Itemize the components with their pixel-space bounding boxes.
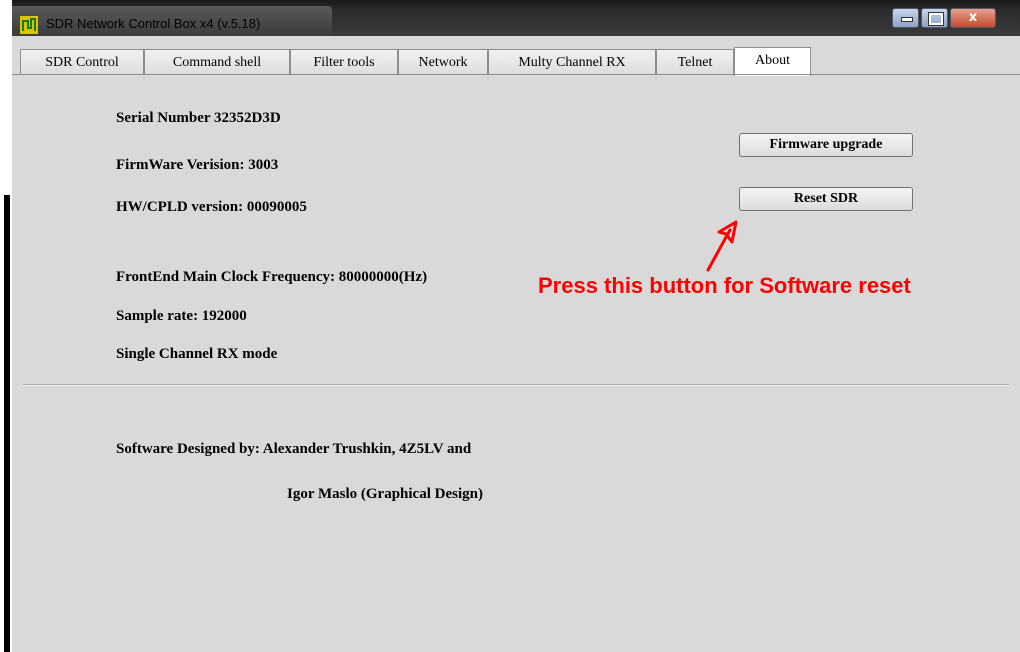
maximize-icon	[922, 9, 947, 27]
tab-sdr-control[interactable]: SDR Control	[20, 49, 144, 75]
tab-multy-channel-rx[interactable]: Multy Channel RX	[488, 49, 656, 75]
window-title: SDR Network Control Box x4 (v.5.18)	[46, 16, 261, 31]
app-window: SDR Network Control Box x4 (v.5.18) x SD…	[12, 0, 1020, 652]
software-designed-by: Software Designed by: Alexander Trushkin…	[116, 441, 472, 457]
close-icon: x	[968, 10, 978, 25]
close-button[interactable]: x	[950, 8, 996, 28]
sample-rate: Sample rate: 192000	[116, 308, 247, 324]
red-arrow-icon	[706, 220, 738, 272]
tab-strip: SDR Control Command shell Filter tools N…	[12, 47, 1020, 76]
graphical-design-credit: Igor Maslo (Graphical Design)	[287, 486, 483, 502]
tab-underline	[12, 74, 1020, 75]
firmware-version: FirmWare Verision: 3003	[116, 157, 279, 173]
tab-network[interactable]: Network	[398, 49, 488, 75]
rx-mode: Single Channel RX mode	[116, 346, 278, 362]
section-divider-highlight	[23, 385, 1009, 386]
desktop-edge-bar	[4, 195, 10, 652]
title-bar[interactable]: SDR Network Control Box x4 (v.5.18) x	[12, 0, 1020, 36]
tab-command-shell[interactable]: Command shell	[144, 49, 290, 75]
tab-telnet[interactable]: Telnet	[656, 49, 734, 75]
maximize-button[interactable]	[921, 8, 948, 28]
hw-cpld-version: HW/CPLD version: 00090005	[116, 199, 307, 215]
annotation-text: Press this button for Software reset	[538, 273, 911, 298]
minimize-icon	[893, 9, 918, 27]
reset-sdr-button[interactable]: Reset SDR	[739, 187, 913, 211]
frontend-clock-frequency: FrontEnd Main Clock Frequency: 80000000(…	[116, 269, 428, 285]
firmware-upgrade-button[interactable]: Firmware upgrade	[739, 133, 913, 157]
tab-about[interactable]: About	[734, 47, 811, 76]
sdr-app-icon[interactable]	[20, 16, 38, 34]
serial-number: Serial Number 32352D3D	[116, 110, 281, 126]
tab-filter-tools[interactable]: Filter tools	[290, 49, 398, 75]
minimize-button[interactable]	[892, 8, 919, 28]
